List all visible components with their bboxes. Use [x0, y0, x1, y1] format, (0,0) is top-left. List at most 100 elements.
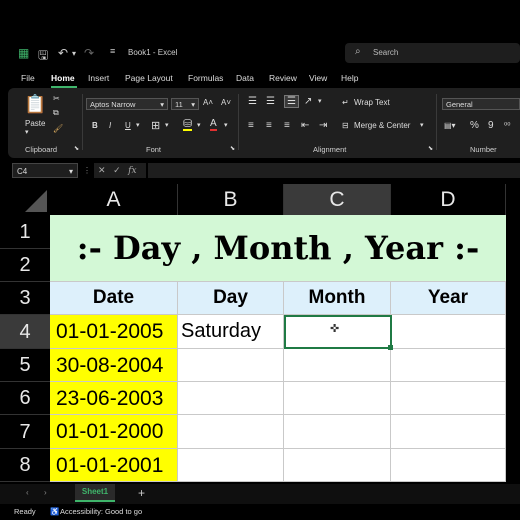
column-header-b[interactable]: B: [178, 184, 284, 215]
increase-indent-icon[interactable]: ⇥: [319, 120, 327, 131]
row-header-1[interactable]: 1: [0, 215, 50, 249]
cancel-icon[interactable]: ✕: [98, 165, 106, 175]
merge-center-button[interactable]: Merge & Center: [354, 121, 410, 130]
font-color-dropdown-icon[interactable]: ▾: [224, 121, 228, 129]
fill-color-dropdown-icon[interactable]: ▾: [197, 121, 201, 129]
cell-a5[interactable]: 30-08-2004: [50, 349, 178, 382]
undo-icon[interactable]: ↶: [58, 46, 68, 60]
title-merged-cell[interactable]: :- Day , Month , Year :-: [50, 215, 506, 282]
tab-help[interactable]: Help: [341, 73, 358, 83]
borders-icon[interactable]: ⊞: [151, 119, 160, 132]
underline-dropdown-icon[interactable]: ▾: [136, 121, 140, 129]
align-top-icon[interactable]: ☰: [248, 96, 257, 107]
align-middle-icon[interactable]: ☰: [266, 96, 275, 107]
align-center-icon[interactable]: ≡: [266, 120, 272, 131]
cell-d5[interactable]: [391, 349, 506, 382]
add-sheet-button[interactable]: +: [138, 486, 145, 500]
header-cell-day[interactable]: Day: [178, 282, 284, 315]
vertical-scroll-strip[interactable]: [506, 184, 520, 484]
cell-a4[interactable]: 01-01-2005: [50, 315, 178, 349]
wrap-text-icon[interactable]: ↵: [342, 98, 349, 107]
cell-a7[interactable]: 01-01-2000: [50, 415, 178, 449]
scroll-tabs-left-icon[interactable]: ‹: [26, 488, 29, 497]
cell-c7[interactable]: [284, 415, 391, 449]
enter-icon[interactable]: ✓: [113, 165, 121, 175]
orientation-dropdown-icon[interactable]: ▾: [318, 97, 322, 105]
formula-input[interactable]: [148, 163, 520, 178]
font-size-select[interactable]: 11 ▾: [171, 98, 199, 110]
header-cell-date[interactable]: Date: [50, 282, 178, 315]
sheet-tab-sheet1[interactable]: Sheet1: [75, 484, 115, 502]
align-bottom-icon[interactable]: ☰: [284, 95, 299, 108]
tab-home[interactable]: Home: [51, 73, 75, 83]
decrease-font-icon[interactable]: A˅: [221, 98, 231, 107]
align-right-icon[interactable]: ≡: [284, 120, 290, 131]
row-header-7[interactable]: 7: [0, 415, 50, 449]
bold-button[interactable]: B: [92, 121, 98, 130]
status-accessibility[interactable]: Accessibility: Good to go: [60, 507, 142, 516]
wrap-text-button[interactable]: Wrap Text: [354, 98, 390, 107]
increase-decimal-icon[interactable]: ⁰⁰: [504, 121, 510, 130]
cell-b6[interactable]: [178, 382, 284, 415]
row-header-2[interactable]: 2: [0, 249, 50, 282]
cell-b5[interactable]: [178, 349, 284, 382]
cell-b7[interactable]: [178, 415, 284, 449]
row-header-4[interactable]: 4: [0, 315, 50, 349]
font-launcher-icon[interactable]: ⬊: [230, 145, 235, 152]
font-name-select[interactable]: Aptos Narrow ▾: [86, 98, 168, 110]
name-box[interactable]: C4 ▾: [12, 163, 78, 178]
tab-data[interactable]: Data: [236, 73, 254, 83]
comma-style-button[interactable]: 9: [488, 120, 494, 131]
search-box[interactable]: ⌕ Search: [345, 43, 520, 63]
cell-c5[interactable]: [284, 349, 391, 382]
align-left-icon[interactable]: ≡: [248, 120, 254, 131]
save-icon[interactable]: 🖫: [38, 46, 48, 67]
cell-b8[interactable]: [178, 449, 284, 482]
tab-file[interactable]: File: [21, 73, 35, 83]
increase-font-icon[interactable]: A˄: [203, 98, 213, 107]
cell-c6[interactable]: [284, 382, 391, 415]
row-header-3[interactable]: 3: [0, 282, 50, 315]
clipboard-launcher-icon[interactable]: ⬊: [74, 145, 79, 152]
number-format-select[interactable]: General: [442, 98, 520, 110]
cut-icon[interactable]: ✂: [53, 94, 60, 103]
select-all-corner[interactable]: [0, 184, 50, 215]
font-color-icon[interactable]: A: [210, 119, 217, 131]
row-header-6[interactable]: 6: [0, 382, 50, 415]
column-header-a[interactable]: A: [50, 184, 178, 215]
merge-dropdown-icon[interactable]: ▾: [420, 121, 424, 129]
cell-d4[interactable]: [391, 315, 506, 349]
alignment-launcher-icon[interactable]: ⬊: [428, 145, 433, 152]
italic-button[interactable]: I: [109, 121, 111, 130]
row-header-8[interactable]: 8: [0, 449, 50, 482]
underline-button[interactable]: U: [125, 121, 131, 130]
scroll-tabs-right-icon[interactable]: ›: [44, 488, 47, 497]
column-header-c[interactable]: C: [284, 184, 391, 215]
cell-a6[interactable]: 23-06-2003: [50, 382, 178, 415]
paste-button[interactable]: Paste: [25, 119, 45, 128]
cell-b4[interactable]: Saturday: [178, 315, 284, 349]
format-painter-icon[interactable]: 🖌: [53, 124, 63, 133]
header-cell-month[interactable]: Month: [284, 282, 391, 315]
tab-review[interactable]: Review: [269, 73, 297, 83]
customize-toolbar-icon[interactable]: ≡: [110, 46, 115, 56]
paste-dropdown-icon[interactable]: ▾: [25, 128, 29, 136]
percent-button[interactable]: %: [470, 120, 479, 131]
orientation-icon[interactable]: ↗: [304, 96, 312, 107]
tab-page-layout[interactable]: Page Layout: [125, 73, 173, 83]
cell-d6[interactable]: [391, 382, 506, 415]
cell-d8[interactable]: [391, 449, 506, 482]
header-cell-year[interactable]: Year: [391, 282, 506, 315]
cell-d7[interactable]: [391, 415, 506, 449]
copy-icon[interactable]: ⧉: [53, 108, 59, 118]
cell-a8[interactable]: 01-01-2001: [50, 449, 178, 482]
fill-color-icon[interactable]: ⛁: [183, 119, 193, 131]
paste-icon[interactable]: 📋: [24, 94, 46, 115]
borders-dropdown-icon[interactable]: ▾: [165, 121, 169, 129]
insert-function-button[interactable]: fx: [128, 166, 136, 176]
cell-c8[interactable]: [284, 449, 391, 482]
undo-dropdown-icon[interactable]: ▾: [72, 49, 76, 58]
decrease-indent-icon[interactable]: ⇤: [301, 120, 309, 131]
accounting-format-icon[interactable]: ▤▾: [444, 121, 456, 130]
redo-icon[interactable]: ↷: [84, 46, 94, 60]
